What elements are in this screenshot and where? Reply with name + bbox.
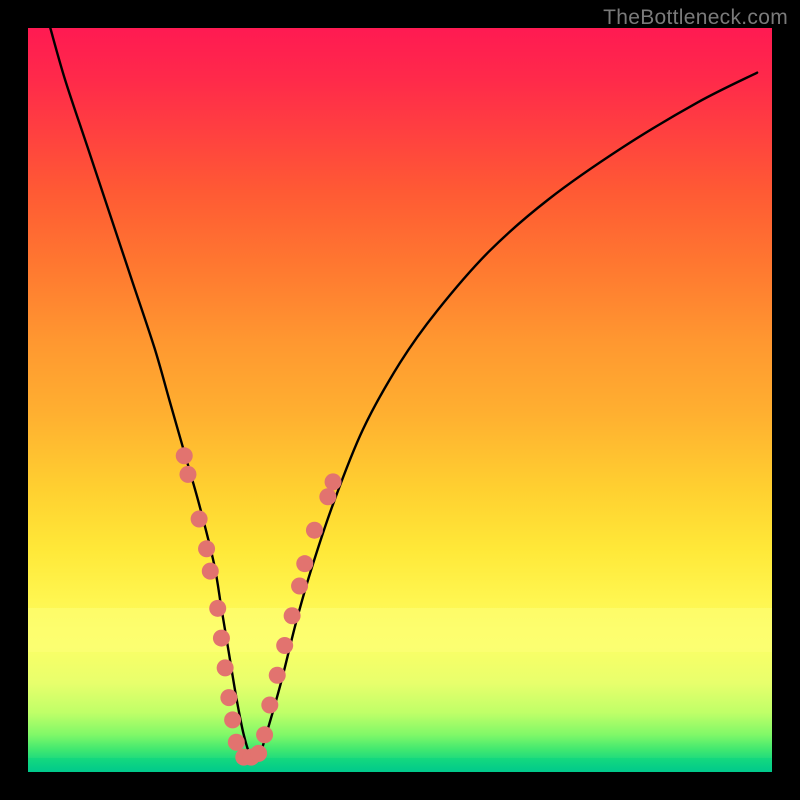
- data-marker: [209, 600, 226, 617]
- data-marker: [319, 488, 336, 505]
- chart-frame: TheBottleneck.com: [0, 0, 800, 800]
- data-marker: [284, 607, 301, 624]
- data-marker: [296, 555, 313, 572]
- data-marker: [213, 630, 230, 647]
- data-marker: [325, 473, 342, 490]
- plot-area: [28, 28, 772, 772]
- data-marker: [224, 711, 241, 728]
- data-marker: [191, 511, 208, 528]
- data-marker: [306, 522, 323, 539]
- data-marker: [220, 689, 237, 706]
- data-marker: [198, 540, 215, 557]
- data-marker: [256, 726, 273, 743]
- data-marker: [202, 563, 219, 580]
- data-marker: [217, 659, 234, 676]
- data-marker: [179, 466, 196, 483]
- data-marker: [261, 697, 278, 714]
- curve-layer: [28, 28, 772, 772]
- data-marker: [269, 667, 286, 684]
- data-marker: [176, 447, 193, 464]
- watermark-text: TheBottleneck.com: [603, 6, 788, 30]
- data-marker: [250, 745, 267, 762]
- curve-markers: [176, 447, 342, 765]
- data-marker: [291, 578, 308, 595]
- data-marker: [276, 637, 293, 654]
- data-marker: [228, 734, 245, 751]
- bottleneck-curve: [50, 28, 757, 760]
